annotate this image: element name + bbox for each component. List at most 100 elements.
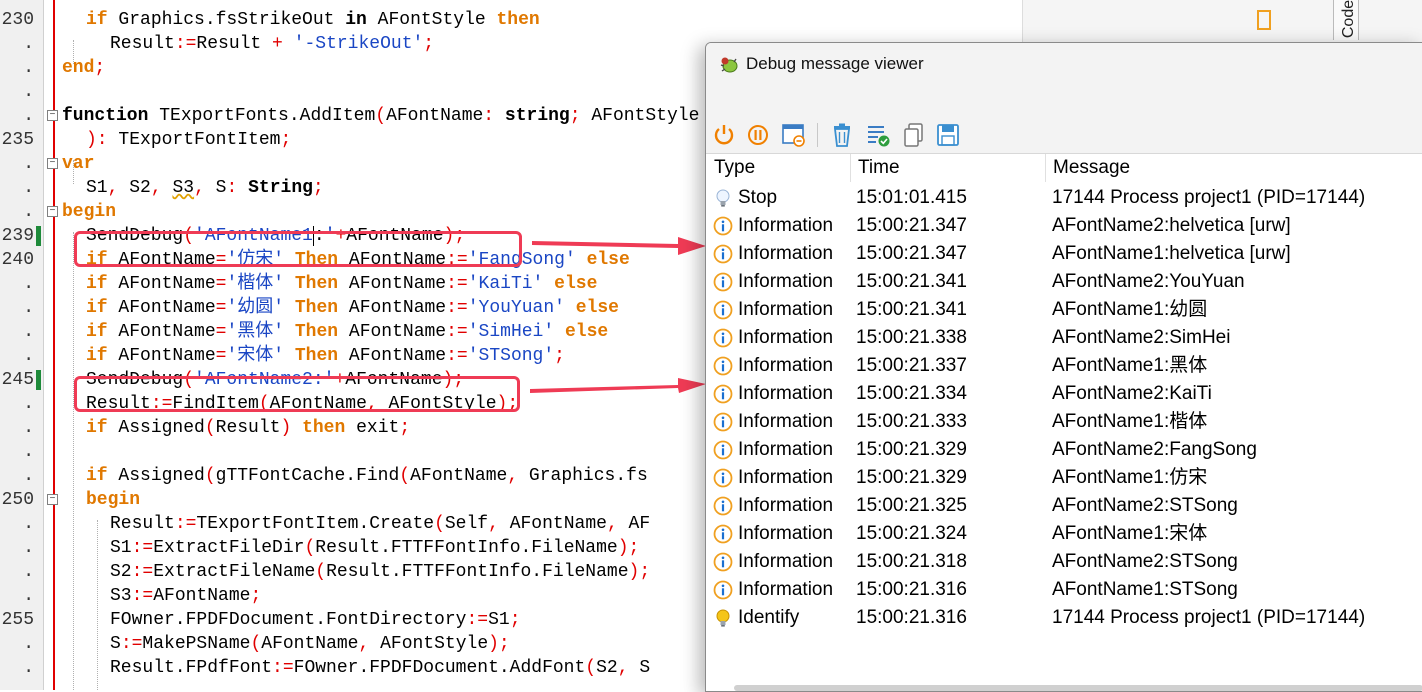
fold-toggle-icon[interactable]: − — [47, 158, 58, 169]
code-token: ( — [204, 418, 216, 438]
table-row[interactable]: Information 15:00:21.316 AFontName1:STSong — [706, 576, 1422, 604]
cell-message: AFontName1:仿宋 — [1052, 467, 1208, 488]
list-check-icon[interactable] — [864, 121, 892, 149]
bug-icon — [720, 57, 738, 73]
code-token: 'KaiTi' — [467, 274, 544, 294]
line-number: . — [23, 178, 34, 198]
table-row[interactable]: Information 15:00:21.341 AFontName2:YouYua… — [706, 268, 1422, 296]
code-token: ; — [312, 178, 324, 198]
code-token: ExtractFileName — [153, 562, 316, 582]
column-divider[interactable] — [1045, 154, 1046, 182]
code-token: , — [194, 178, 205, 198]
column-header-type[interactable]: Type — [714, 154, 755, 182]
code-token: AFontName — [107, 298, 216, 318]
code-token: := — [446, 322, 468, 342]
cell-type: Information — [738, 495, 834, 516]
code-token: S1 — [110, 538, 132, 558]
ide-side-panel — [1022, 0, 1422, 44]
info-icon — [713, 524, 733, 544]
code-token: ( — [304, 538, 316, 558]
cell-type: Information — [738, 411, 834, 432]
cell-type: Information — [738, 523, 834, 544]
trash-icon[interactable] — [828, 121, 856, 149]
cell-type: Information — [738, 551, 834, 572]
column-divider[interactable] — [850, 154, 851, 182]
code-token: AFontName — [338, 274, 447, 294]
code-token: S2 — [118, 178, 151, 198]
line-number: 239 — [1, 226, 34, 246]
debug-message-viewer-window[interactable]: Debug message viewer Type Time Message S… — [705, 42, 1422, 692]
code-token: ( — [375, 106, 387, 126]
code-token: MakePSName — [142, 634, 251, 654]
code-token: if — [86, 298, 108, 318]
cell-type: Information — [738, 579, 834, 600]
table-row[interactable]: Information 15:00:21.324 AFontName1:宋体 — [706, 520, 1422, 548]
save-icon[interactable] — [934, 121, 962, 149]
line-number: . — [23, 466, 34, 486]
window-clear-icon[interactable] — [780, 121, 808, 149]
code-text: var — [62, 152, 94, 176]
code-text: end; — [62, 56, 105, 80]
table-row[interactable]: Identify 15:00:21.316 17144 Process projec… — [706, 604, 1422, 632]
code-token: 'YouYuan' — [467, 298, 565, 318]
code-token: TExportFonts.AddItem — [148, 106, 376, 126]
code-token: , — [617, 658, 629, 678]
line-number: 255 — [1, 610, 34, 630]
table-row[interactable]: Information 15:00:21.337 AFontName1:黑体 — [706, 352, 1422, 380]
column-header-message[interactable]: Message — [1053, 154, 1130, 182]
table-row[interactable]: Information 15:00:21.318 AFontName2:STSong — [706, 548, 1422, 576]
power-icon[interactable] — [710, 121, 738, 149]
toolbar-separator — [817, 123, 818, 147]
table-row[interactable]: Information 15:00:21.338 AFontName2:SimHei — [706, 324, 1422, 352]
highlight-box-senddebug-2 — [74, 376, 520, 412]
code-token: '-StrikeOut' — [293, 34, 424, 54]
table-row[interactable]: Information 15:00:21.334 AFontName2:KaiTi — [706, 380, 1422, 408]
code-token: Result — [215, 418, 281, 438]
code-token: AFontName — [338, 346, 447, 366]
horizontal-scrollbar[interactable] — [734, 685, 1422, 691]
cell-message: AFontName1:楷体 — [1052, 411, 1208, 432]
code-token: Graphics.fs — [518, 466, 648, 486]
fold-toggle-icon[interactable]: − — [47, 206, 58, 217]
table-row[interactable]: Information 15:00:21.329 AFontName1:仿宋 — [706, 464, 1422, 492]
code-token: ; — [554, 346, 565, 366]
line-number: . — [23, 34, 34, 54]
code-token: AFontStyle — [366, 10, 497, 30]
info-icon — [713, 356, 733, 376]
tab-code[interactable]: Code — [1333, 0, 1359, 40]
cell-time: 15:00:21.341 — [856, 271, 967, 292]
code-token: end — [62, 58, 95, 78]
cell-time: 15:00:21.347 — [856, 215, 967, 236]
panel-icon[interactable] — [1257, 10, 1271, 30]
table-row[interactable]: Information 15:00:21.347 AFontName1:helvet… — [706, 240, 1422, 268]
info-icon — [713, 244, 733, 264]
code-token: , — [507, 466, 519, 486]
table-row[interactable]: Information 15:00:21.325 AFontName2:STSong — [706, 492, 1422, 520]
table-row[interactable]: Information 15:00:21.333 AFontName1:楷体 — [706, 408, 1422, 436]
code-token: ( — [204, 466, 216, 486]
code-token: := — [120, 634, 143, 654]
cell-type: Identify — [738, 607, 800, 628]
pause-icon[interactable] — [744, 121, 772, 149]
code-token: Self — [444, 514, 489, 534]
code-token: Then — [294, 274, 339, 294]
table-row[interactable]: Stop 15:01:01.415 17144 Process project1 (… — [706, 184, 1422, 212]
code-text: if AFontName='黑体' Then AFontName:='SimHe… — [86, 320, 608, 344]
code-text: S1:=ExtractFileDir(Result.FTTFFontInfo.F… — [110, 536, 639, 560]
code-token: , — [150, 178, 162, 198]
code-token: Result.FTTFFontInfo.FileName — [315, 538, 618, 558]
title-bar[interactable]: Debug message viewer — [706, 43, 1422, 117]
copy-icon[interactable] — [900, 121, 928, 149]
fold-toggle-icon[interactable]: − — [47, 110, 58, 121]
code-token: = — [215, 274, 227, 294]
code-token: ( — [585, 658, 597, 678]
table-row[interactable]: Information 15:00:21.329 AFontName2:FangSo… — [706, 436, 1422, 464]
code-token: 'SimHei' — [467, 322, 555, 342]
table-row[interactable]: Information 15:00:21.347 AFontName2:helvet… — [706, 212, 1422, 240]
fold-toggle-icon[interactable]: − — [47, 494, 58, 505]
column-header-time[interactable]: Time — [858, 154, 900, 182]
table-row[interactable]: Information 15:00:21.341 AFontName1:幼圆 — [706, 296, 1422, 324]
cell-type: Stop — [738, 187, 778, 208]
